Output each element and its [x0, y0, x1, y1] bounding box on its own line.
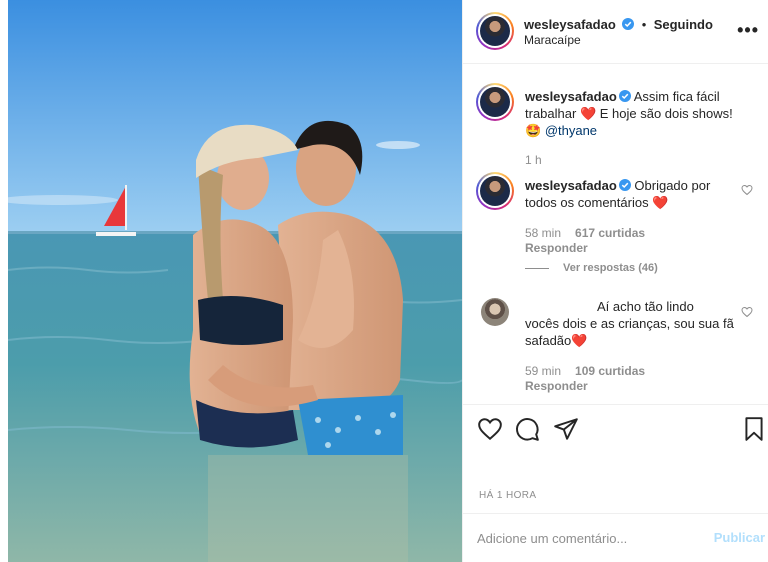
add-comment-input[interactable] [477, 526, 697, 550]
caption-text: wesleysafadao Assim fica fácil trabalhar… [525, 88, 745, 139]
comment-time: 58 min [525, 226, 562, 240]
post-side-panel: wesleysafadao • Seguindo Maracaípe ••• w… [462, 0, 768, 562]
caption-body-2: E hoje são dois shows! [599, 106, 733, 121]
like-comment-heart-icon[interactable] [741, 306, 753, 318]
star-eyes-emoji: 🤩 [525, 123, 542, 138]
verified-badge-icon [618, 90, 631, 102]
reply-button[interactable]: Responder [525, 241, 588, 255]
more-dots-icon[interactable]: ••• [737, 20, 759, 41]
heart-emoji: ❤️ [652, 195, 669, 210]
header-user-line: wesleysafadao • Seguindo [524, 16, 713, 34]
like-comment-heart-icon[interactable] [741, 184, 753, 196]
author-avatar[interactable] [476, 12, 514, 50]
comment-likes[interactable]: 109 curtidas [575, 364, 645, 378]
post-location[interactable]: Maracaípe [524, 33, 581, 47]
post-header: wesleysafadao • Seguindo Maracaípe ••• [463, 0, 768, 64]
like-heart-icon[interactable] [477, 416, 503, 442]
publish-button[interactable]: Publicar [714, 530, 765, 545]
comment-body-line1: Aí acho tão lindo [597, 299, 694, 314]
caption-mention[interactable]: @thyane [545, 123, 597, 138]
add-comment-bar: Publicar [463, 513, 768, 562]
post-photo[interactable] [8, 0, 462, 562]
share-send-icon[interactable] [553, 416, 579, 442]
heart-emoji: ❤️ [579, 106, 597, 121]
verified-badge-icon [618, 179, 631, 191]
comment-meta: 59 min 109 curtidas [525, 364, 645, 378]
post-time-ago[interactable]: HÁ 1 HORA [479, 490, 537, 501]
separator-dot: • [641, 17, 647, 32]
comment-username[interactable]: wesleysafadao [525, 178, 617, 193]
caption-username[interactable]: wesleysafadao [525, 89, 617, 104]
comment-likes[interactable]: 617 curtidas [575, 226, 645, 240]
comment-body-line2: vocês dois e as crianças, sou sua fã saf… [525, 316, 734, 348]
following-button[interactable]: Seguindo [654, 17, 713, 32]
comment-bubble-icon[interactable] [514, 416, 540, 442]
view-replies-button[interactable]: Ver respostas (46) [525, 262, 658, 274]
view-replies-label: Ver respostas (46) [563, 262, 658, 274]
author-username[interactable]: wesleysafadao [524, 17, 616, 32]
comment-text: wesleysafadao Obrigado por todos os come… [525, 177, 735, 211]
post-actions: HÁ 1 HORA [463, 404, 768, 514]
verified-badge-icon [622, 18, 635, 30]
comments-list[interactable]: wesleysafadao Assim fica fácil trabalhar… [463, 64, 768, 404]
caption-time: 1 h [525, 153, 542, 167]
comment-avatar[interactable] [481, 298, 509, 326]
comment-avatar[interactable] [476, 172, 514, 210]
comment-time: 59 min [525, 364, 562, 378]
comment-text: Aí acho tão lindo vocês dois e as crianç… [525, 298, 735, 349]
caption-avatar[interactable] [476, 83, 514, 121]
heart-emoji: ❤️ [571, 333, 588, 348]
save-bookmark-icon[interactable] [741, 416, 767, 442]
comment-meta: 58 min 617 curtidas [525, 226, 645, 240]
reply-button[interactable]: Responder [525, 379, 588, 393]
